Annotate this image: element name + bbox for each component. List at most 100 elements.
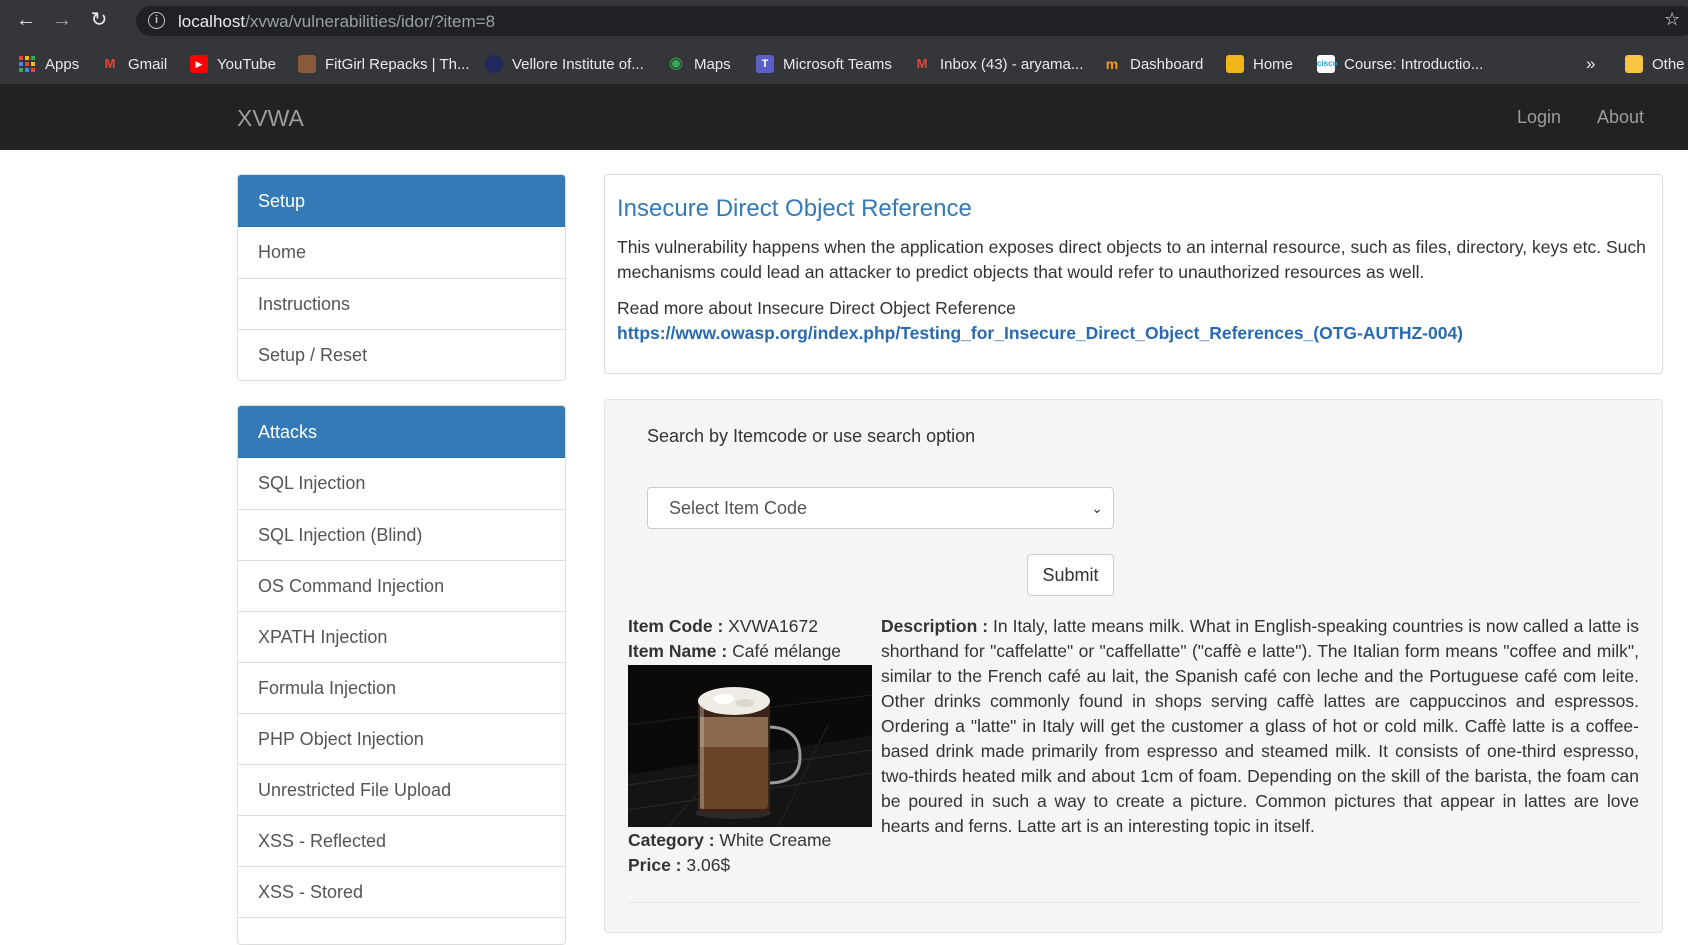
bookmark-gmail[interactable]: M Gmail [101, 53, 168, 75]
item-code-label: Item Code : [628, 616, 724, 636]
bookmark-maps[interactable]: ◉ Maps [667, 53, 731, 75]
sidebar-item-php-object-injection[interactable]: PHP Object Injection [238, 713, 565, 764]
address-bar[interactable]: i localhost/xvwa/vulnerabilities/idor/?i… [136, 6, 1688, 36]
sidebar-item-next[interactable] [238, 917, 565, 944]
bookmark-inbox[interactable]: M Inbox (43) - aryama... [913, 53, 1084, 75]
forward-arrow-icon[interactable]: → [51, 9, 73, 31]
sidebar-item-xss-reflected[interactable]: XSS - Reflected [238, 815, 565, 866]
bookmark-vit[interactable]: Vellore Institute of... [485, 53, 644, 75]
sidebar-item-xss-stored[interactable]: XSS - Stored [238, 866, 565, 917]
item-code-row: Item Code : XVWA1672 [628, 614, 876, 639]
bookmarks-overflow[interactable]: » [1586, 53, 1595, 75]
site-info-icon[interactable]: i [148, 12, 165, 29]
item-code-select[interactable]: Select Item Code ⌄ [647, 487, 1114, 529]
info-description: This vulnerability happens when the appl… [617, 237, 1646, 282]
item-price-label: Price : [628, 855, 682, 875]
item-price-value: 3.06$ [686, 855, 731, 875]
back-arrow-icon[interactable]: ← [15, 9, 37, 31]
bookmark-label: Maps [694, 55, 731, 73]
dashboard-icon: m [1105, 56, 1119, 72]
search-label: Search by Itemcode or use search option [647, 426, 976, 446]
sidebar-item-formula-injection[interactable]: Formula Injection [238, 662, 565, 713]
item-category-row: Category : White Creame [628, 828, 876, 853]
apps-grid-icon [18, 55, 36, 73]
sidebar-item-xpath-injection[interactable]: XPATH Injection [238, 611, 565, 662]
nav-login[interactable]: Login [1517, 107, 1561, 128]
sidebar-item-instructions[interactable]: Instructions [238, 278, 565, 329]
gmail-icon: M [104, 56, 116, 71]
bookmark-label: Course: Introductio... [1344, 55, 1484, 73]
bookmark-label: Gmail [128, 55, 168, 73]
vulnerability-info-panel: Insecure Direct Object Reference This vu… [604, 174, 1663, 374]
vit-icon [485, 55, 503, 73]
bookmark-fitgirl[interactable]: FitGirl Repacks | Th... [298, 53, 470, 75]
bookmarks-bar: Apps M Gmail ▶ YouTube FitGirl Repacks |… [0, 41, 1688, 85]
fitgirl-icon [298, 55, 316, 73]
url-text[interactable]: localhost/xvwa/vulnerabilities/idor/?ite… [178, 12, 495, 32]
bookmark-label: Othe [1652, 55, 1685, 73]
item-summary: Item Code : XVWA1672 Item Name : Café mé… [628, 614, 876, 878]
nav-about[interactable]: About [1597, 107, 1644, 128]
app-navbar: XVWA Login About [0, 85, 1688, 150]
divider [628, 902, 1639, 903]
gmail-icon: M [916, 56, 928, 71]
reload-icon[interactable]: ↻ [88, 9, 110, 31]
item-code-select-value: Select Item Code [669, 498, 808, 518]
brand-logo[interactable]: XVWA [237, 105, 304, 132]
attacks-panel-title: Attacks [238, 406, 565, 458]
sidebar-item-home[interactable]: Home [238, 227, 565, 278]
setup-panel-title: Setup [238, 175, 565, 227]
setup-panel: Setup Home Instructions Setup / Reset [237, 174, 566, 381]
item-photo [628, 665, 872, 827]
item-description-label: Description : [881, 616, 989, 636]
bookmark-label: YouTube [217, 55, 276, 73]
item-category-label: Category : [628, 830, 715, 850]
submit-button[interactable]: Submit [1027, 554, 1114, 596]
read-more-text: Read more about Insecure Direct Object R… [617, 298, 1016, 318]
folder-icon [1625, 55, 1643, 73]
browser-toolbar: ← → ↻ i localhost/xvwa/vulnerabilities/i… [0, 0, 1688, 41]
sidebar-item-setup-reset[interactable]: Setup / Reset [238, 329, 565, 380]
bookmark-star-icon[interactable]: ☆ [1664, 8, 1680, 30]
sidebar-item-unrestricted-file-upload[interactable]: Unrestricted File Upload [238, 764, 565, 815]
item-name-row: Item Name : Café mélange [628, 639, 876, 664]
url-path: /xvwa/vulnerabilities/idor/?item=8 [245, 12, 496, 31]
item-description-text: In Italy, latte means milk. What in Engl… [881, 616, 1639, 836]
url-host: localhost [178, 12, 246, 31]
sidebar-item-sql-injection[interactable]: SQL Injection [238, 458, 565, 509]
bookmark-other[interactable]: Othe [1625, 53, 1685, 75]
bookmark-label: Apps [45, 55, 80, 73]
item-name-value: Café mélange [732, 641, 842, 661]
home-box-icon [1226, 55, 1244, 73]
sidebar-item-sql-injection-blind[interactable]: SQL Injection (Blind) [238, 509, 565, 560]
item-name-label: Item Name : [628, 641, 728, 661]
bookmark-label: Home [1253, 55, 1294, 73]
bookmark-dashboard[interactable]: m Dashboard [1103, 53, 1204, 75]
bookmark-apps[interactable]: Apps [18, 53, 79, 75]
cisco-icon: cisco [1317, 55, 1337, 73]
bookmark-label: Vellore Institute of... [512, 55, 644, 73]
youtube-icon: ▶ [190, 55, 208, 73]
owasp-reference-link[interactable]: https://www.owasp.org/index.php/Testing_… [617, 321, 1650, 346]
bookmark-label: Microsoft Teams [783, 55, 892, 73]
page-title: Insecure Direct Object Reference [617, 195, 972, 222]
attacks-panel: Attacks SQL Injection SQL Injection (Bli… [237, 405, 566, 945]
bookmark-label: FitGirl Repacks | Th... [325, 55, 470, 73]
maps-pin-icon: ◉ [669, 55, 683, 72]
item-category-value: White Creame [719, 830, 832, 850]
item-price-row: Price : 3.06$ [628, 853, 876, 878]
coffee-glass-image [628, 665, 872, 827]
bookmark-label: Inbox (43) - aryama... [940, 55, 1084, 73]
search-panel: Search by Itemcode or use search option … [604, 399, 1663, 933]
item-description: Description : In Italy, latte means milk… [881, 614, 1639, 839]
bookmark-home[interactable]: Home [1226, 53, 1293, 75]
overflow-chevron-icon: » [1586, 54, 1596, 73]
chevron-down-icon: ⌄ [1091, 500, 1103, 516]
item-code-value: XVWA1672 [728, 616, 818, 636]
teams-icon: T [756, 55, 774, 73]
bookmark-teams[interactable]: T Microsoft Teams [756, 53, 892, 75]
sidebar-item-os-command-injection[interactable]: OS Command Injection [238, 560, 565, 611]
bookmark-label: Dashboard [1130, 55, 1204, 73]
bookmark-youtube[interactable]: ▶ YouTube [190, 53, 276, 75]
bookmark-course[interactable]: cisco Course: Introductio... [1317, 53, 1483, 75]
